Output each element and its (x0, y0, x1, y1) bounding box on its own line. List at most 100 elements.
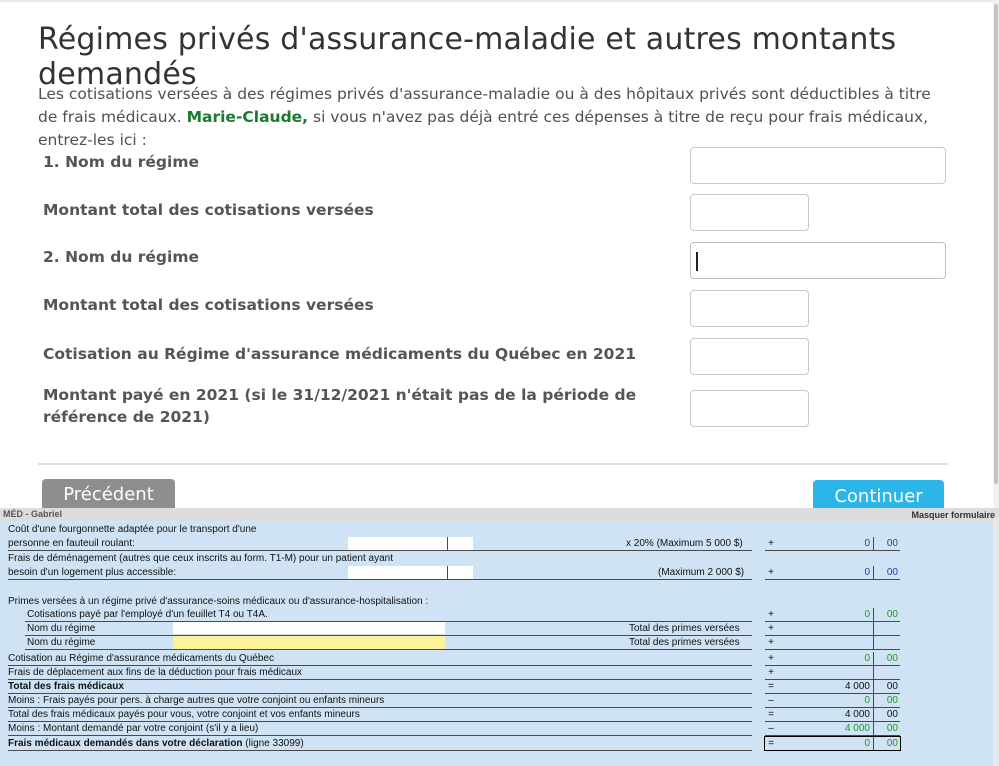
van-amount: 0 (864, 538, 870, 549)
plan-name-2-input[interactable] (690, 242, 946, 279)
row-line (8, 750, 752, 751)
plan-name-1-form-input[interactable] (173, 622, 445, 634)
page-title: Régimes privés d'assurance-maladie et au… (38, 22, 897, 92)
claimed-line-ref: (ligne 33099) (242, 738, 304, 749)
plan-2-sign: + (768, 637, 774, 648)
moving-input-divider (447, 566, 448, 579)
row-line (8, 735, 752, 736)
row-line (765, 707, 900, 708)
less-spouse-label: Moins : Montant demandé par votre conjoi… (8, 723, 259, 734)
moving-label-1: Frais de déménagement (autres que ceux i… (8, 553, 394, 564)
intro-text: Les cotisations versées à des régimes pr… (38, 83, 938, 152)
total-medical-cents-divider (873, 680, 874, 693)
employer-amount: 0 (864, 609, 870, 620)
employer-sign: + (768, 609, 774, 620)
text-caret (696, 252, 698, 271)
row-line (8, 579, 752, 580)
less-dependants-sign: – (768, 695, 774, 706)
van-cents-divider (873, 537, 874, 550)
row-line (8, 679, 752, 680)
employer-label: Cotisations payé par l'employé d'un feui… (27, 609, 268, 620)
less-dependants-amount: 0 (864, 695, 870, 706)
form-title: MÉD - Gabriel (3, 509, 63, 519)
claimed-amount: 0 (864, 738, 870, 749)
previous-button[interactable]: Précédent (42, 479, 175, 511)
row-line (765, 579, 900, 580)
less-spouse-cents: 00 (886, 723, 898, 734)
wizard-panel: Régimes privés d'assurance-maladie et au… (0, 0, 999, 508)
field-label-plan-name-1: 1. Nom du régime (43, 153, 199, 171)
row-line (8, 665, 752, 666)
medical-expenses-form: MÉD - Gabriel Masquer formulaire Coût d'… (0, 508, 999, 766)
plan-name-2-label: Nom du régime (27, 637, 96, 648)
row-line (765, 649, 900, 650)
form-scrollbar[interactable] (993, 518, 999, 766)
moving-amount: 0 (864, 567, 870, 578)
hide-form-link[interactable]: Masquer formulaire (911, 510, 995, 520)
field-label-premiums-1: Montant total des cotisations versées (43, 201, 374, 219)
row-line (765, 550, 900, 551)
total-family-amount: 4 000 (844, 709, 870, 720)
plan-2-cents-divider (873, 636, 874, 649)
field-label-ramq: Cotisation au Régime d'assurance médicam… (43, 345, 637, 363)
field-label-amount-paid: Montant payé en 2021 (si le 31/12/2021 n… (43, 386, 637, 426)
premiums-heading: Primes versées à un régime privé d'assur… (8, 596, 429, 607)
premiums-1-input[interactable] (690, 194, 809, 231)
van-label-1: Coût d'une fourgonnette adaptée pour le … (8, 524, 257, 535)
less-dependants-cents: 00 (886, 695, 898, 706)
claimed-sign: = (768, 738, 774, 749)
row-line (8, 693, 752, 694)
travel-cents-divider (873, 666, 874, 679)
van-cost-input[interactable] (348, 537, 473, 550)
claimed-cents-divider (873, 737, 874, 750)
total-medical-amount: 4 000 (844, 681, 870, 692)
total-family-cents: 00 (886, 709, 898, 720)
ramq-sign: + (768, 653, 774, 664)
premiums-2-input[interactable] (690, 290, 809, 327)
row-line (765, 693, 900, 694)
travel-label: Frais de déplacement aux fins de la dédu… (8, 667, 303, 678)
ramq-cents-divider (873, 652, 874, 665)
claimed-label-bold: Frais médicaux demandés dans votre décla… (8, 738, 243, 749)
intro-user-name: Marie-Claude, (186, 108, 309, 126)
ramq-contribution-input[interactable] (690, 338, 809, 375)
employer-cents: 00 (886, 609, 898, 620)
field-label-premiums-2: Montant total des cotisations versées (43, 296, 374, 314)
plan-name-1-input[interactable] (690, 147, 946, 184)
less-spouse-sign: – (768, 723, 774, 734)
row-line (8, 721, 752, 722)
row-line (765, 635, 900, 636)
plan-1-cents-divider (873, 622, 874, 635)
van-label-2: personne en fauteuil roulant: (8, 538, 135, 549)
total-medical-sign: = (768, 681, 774, 692)
ramq-cents: 00 (886, 653, 898, 664)
total-medical-label: Total des frais médicaux (8, 681, 124, 692)
ramq-amount: 0 (864, 653, 870, 664)
row-line (765, 621, 900, 622)
moving-label-2: besoin d'un logement plus accessible: (8, 567, 177, 578)
employer-cents-divider (873, 608, 874, 621)
plan-total-2-label: Total des primes versées (629, 637, 740, 648)
plan-name-2-form-input[interactable] (173, 636, 445, 649)
moving-calc-label: (Maximum 2 000 $) (658, 567, 745, 578)
plan-name-1-label: Nom du régime (27, 623, 96, 634)
van-calc-label: x 20% (Maximum 5 000 $) (626, 538, 743, 549)
total-medical-cents: 00 (886, 681, 898, 692)
moving-cents: 00 (886, 567, 898, 578)
van-sign: + (768, 538, 774, 549)
less-dependants-label: Moins : Frais payés pour pers. à charge … (8, 695, 385, 706)
divider (38, 463, 948, 465)
plan-1-sign: + (768, 623, 774, 634)
row-line (765, 721, 900, 722)
top-border (0, 0, 999, 2)
moving-sign: + (768, 567, 774, 578)
travel-sign: + (768, 667, 774, 678)
page-scrollbar-thumb[interactable] (994, 4, 998, 484)
field-label-plan-name-2: 2. Nom du régime (43, 248, 199, 266)
moving-cost-input[interactable] (348, 566, 473, 579)
row-line (8, 707, 752, 708)
amount-paid-input[interactable] (690, 390, 809, 427)
form-header: MÉD - Gabriel Masquer formulaire (0, 508, 999, 521)
less-spouse-cents-divider (873, 722, 874, 735)
claimed-label: Frais médicaux demandés dans votre décla… (8, 738, 304, 750)
